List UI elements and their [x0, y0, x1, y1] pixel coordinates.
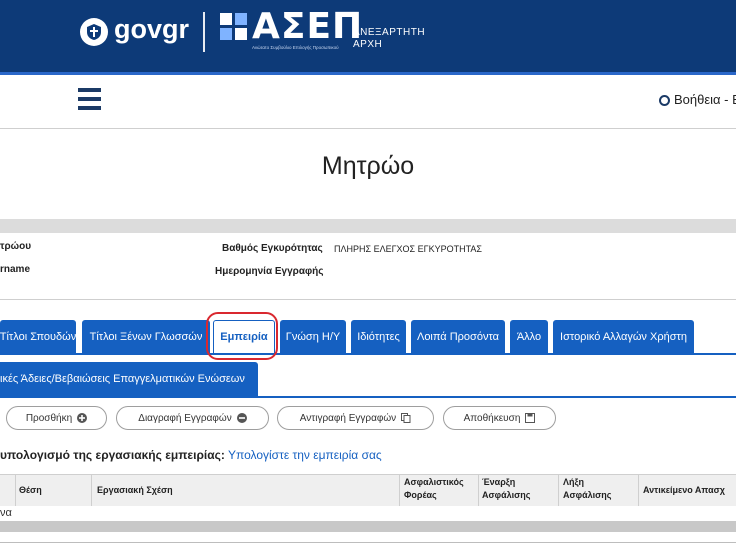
registry-info-panel: τρώου rname Βαθμός Εγκυρότητας ΠΛΗΡΗΣ ΕΛ… [0, 233, 736, 300]
validity-value: ΠΛΗΡΗΣ ΕΛΕΓΧΟΣ ΕΓΚΥΡΟΤΗΤΑΣ [334, 244, 482, 254]
add-button[interactable]: Προσθήκη [6, 406, 107, 430]
asep-subtitle: Ανώτατο Συμβούλιο Επιλογής Προσωπικού [252, 45, 339, 50]
col-work-relation[interactable]: Εργασιακή Σχέση [97, 484, 173, 497]
info-header-strip [0, 219, 736, 233]
tabs-row2-underline [0, 396, 736, 398]
asep-mark-icon [220, 13, 247, 40]
save-button[interactable]: Αποθήκευση [443, 406, 556, 430]
table-row[interactable] [0, 506, 736, 521]
plus-circle-icon [77, 413, 88, 423]
col-insurance-start[interactable]: Έναρξη Ασφάλισης [482, 476, 534, 502]
col-sep [91, 474, 92, 507]
calc-link[interactable]: Υπολογίστε την εμπειρία σας [228, 448, 382, 462]
minus-circle-icon [236, 413, 247, 423]
registry-label: τρώου [0, 241, 32, 252]
tab-education-titles[interactable]: Τίτλοι Σπουδών [0, 320, 76, 353]
floppy-disk-icon [525, 413, 536, 423]
greek-emblem-icon [80, 18, 108, 46]
asep-logo[interactable]: ΑΣΕΠ [252, 6, 363, 47]
tab-computer-skills[interactable]: Γνώση Η/Υ [280, 320, 346, 353]
col-sep [638, 474, 639, 507]
help-link[interactable]: Βοήθεια - Ε [659, 92, 736, 107]
copy-icon [401, 413, 411, 423]
calc-text: υπολογισμό της εργασιακής εμπειρίας: [0, 448, 225, 462]
col-sep [15, 474, 16, 507]
experience-tab-highlight [206, 312, 278, 360]
tab-other[interactable]: Άλλο [510, 320, 548, 353]
copy-records-button[interactable]: Αντιγραφή Εγγραφών [277, 406, 434, 430]
bottom-divider [0, 542, 736, 543]
authority-label: ΑΝΕΞΑΡΤΗΤΗ ΑΡΧΗ [353, 27, 426, 50]
lifebuoy-icon [659, 95, 670, 106]
surname-label: rname [0, 264, 31, 275]
govgr-logo[interactable]: govgr [114, 14, 189, 45]
tab-language-titles[interactable]: Τίτλοι Ξένων Γλωσσών [82, 320, 210, 353]
col-sep [399, 474, 400, 507]
tab-professional-licenses[interactable]: ικές Άδειες/Βεβαιώσεις Επαγγελματικών Εν… [0, 362, 258, 396]
page-title: Μητρώο [321, 152, 415, 180]
registration-date-label: Ημερομηνία Εγγραφής [215, 266, 324, 277]
table-footer [0, 521, 736, 532]
validity-label: Βαθμός Εγκυρότητας [222, 243, 323, 254]
col-insurance-end[interactable]: Λήξη Ασφάλισης [563, 476, 615, 502]
hamburger-icon[interactable] [78, 88, 101, 110]
header-divider [203, 12, 205, 52]
experience-calc-line: υπολογισμό της εργασιακής εμπειρίας: Υπο… [0, 448, 382, 462]
table-cell: να [0, 507, 12, 519]
col-sep [558, 474, 559, 507]
tab-properties[interactable]: Ιδιότητες [351, 320, 406, 353]
col-position[interactable]: Θέση [19, 484, 42, 497]
tabs-underline [0, 353, 736, 355]
col-sep [478, 474, 479, 507]
tab-other-qualifications[interactable]: Λοιπά Προσόντα [411, 320, 505, 353]
navbar [0, 75, 736, 129]
tab-user-change-history[interactable]: Ιστορικό Αλλαγών Χρήστη [553, 320, 694, 353]
col-employment-subject[interactable]: Αντικείμενο Απασχ [643, 484, 725, 497]
col-insurance-fund[interactable]: Ασφαλιστικός Φορέας [404, 476, 476, 502]
top-header-bar: govgr ΑΣΕΠ Ανώτατο Συμβούλιο Επιλογής Πρ… [0, 0, 736, 72]
delete-records-button[interactable]: Διαγραφή Εγγραφών [116, 406, 269, 430]
